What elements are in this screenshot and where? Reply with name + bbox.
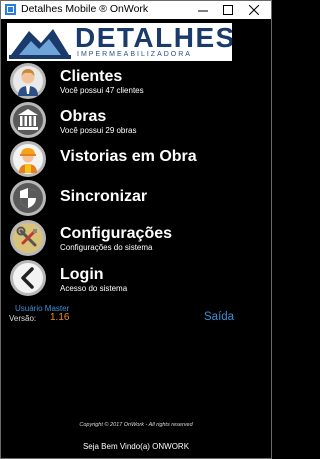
construction-worker-icon (10, 141, 46, 177)
menu-label-obras: Obras (60, 108, 107, 125)
menu-item-vistorias[interactable]: Vistorias em Obra (9, 140, 249, 178)
menu-item-configuracoes[interactable]: Configurações Configurações do sistema (9, 219, 249, 257)
company-logo: DETALHES IMPERMEABILIZADORA (7, 23, 232, 61)
logo-mark-icon (9, 25, 71, 59)
close-button[interactable] (242, 1, 266, 19)
window-title: Detalhes Mobile ® OnWork (21, 3, 149, 15)
welcome-message: Seja Bem Vindo(a) ONWORK (82, 442, 190, 451)
menu-label-configuracoes: Configurações (60, 225, 173, 242)
title-bar[interactable]: Detalhes Mobile ® OnWork (1, 1, 271, 19)
menu-label-login: Login (60, 266, 104, 283)
copyright-text: Copyright © 2017 OnWork - All rights res… (79, 422, 193, 428)
menu-item-sincronizar[interactable]: Sincronizar (9, 179, 249, 217)
tools-icon (10, 220, 46, 256)
menu-subtitle-clientes: Você possui 47 clientes (60, 86, 144, 95)
version-label: Versão: (9, 314, 37, 323)
menu-subtitle-login: Acesso do sistema (60, 284, 128, 293)
menu-item-clientes[interactable]: Clientes Você possui 47 clientes (9, 62, 249, 100)
menu-item-obras[interactable]: Obras Você possui 29 obras (9, 101, 249, 139)
logo-word: DETALHES (75, 23, 232, 53)
app-icon (5, 4, 16, 15)
chevron-left-icon (10, 260, 46, 296)
menu-item-login[interactable]: Login Acesso do sistema (9, 259, 249, 297)
app-window: Detalhes Mobile ® OnWork DETALHES IMPERM… (0, 0, 272, 459)
menu-label-sincronizar: Sincronizar (60, 188, 148, 205)
person-icon (10, 63, 46, 99)
menu-label-clientes: Clientes (60, 68, 123, 85)
close-icon (249, 5, 259, 15)
logo-tagline: IMPERMEABILIZADORA (77, 51, 192, 58)
bank-icon (10, 102, 46, 138)
version-value: 1.16 (50, 312, 70, 323)
maximize-icon (223, 5, 233, 15)
maximize-button[interactable] (216, 1, 240, 19)
menu-label-vistorias: Vistorias em Obra (60, 148, 197, 165)
minimize-button[interactable] (191, 1, 215, 19)
minimize-icon (198, 10, 208, 12)
logout-link[interactable]: Saída (204, 311, 234, 323)
shield-icon (10, 180, 46, 216)
menu-subtitle-obras: Você possui 29 obras (60, 126, 137, 135)
menu-subtitle-configuracoes: Configurações do sistema (60, 243, 153, 252)
